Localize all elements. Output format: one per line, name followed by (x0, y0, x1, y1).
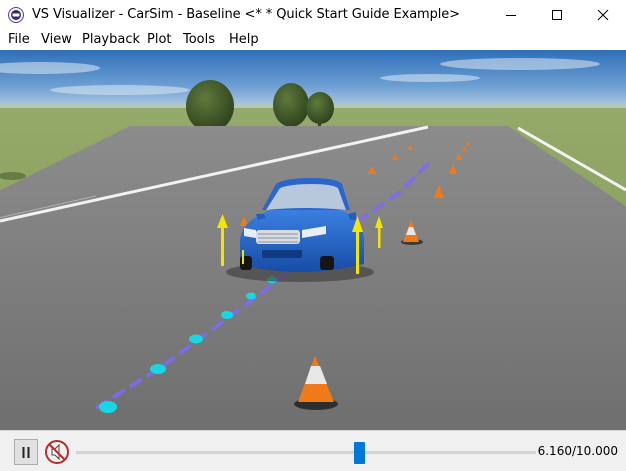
window-title: VS Visualizer - CarSim - Baseline <* * Q… (32, 7, 460, 22)
path-marker (246, 292, 256, 300)
mute-button[interactable] (44, 439, 70, 465)
maximize-button[interactable] (534, 0, 580, 30)
menu-view[interactable]: View (41, 32, 72, 47)
menu-plot[interactable]: Plot (147, 32, 172, 47)
mute-icon (45, 440, 69, 464)
playback-controls: 6.160/10.000 (0, 430, 626, 471)
pause-button[interactable] (14, 439, 38, 465)
minimize-icon (506, 15, 516, 16)
path-marker (150, 364, 166, 374)
menu-file[interactable]: File (8, 32, 30, 47)
vs-visualizer-icon (8, 7, 24, 23)
menu-tools[interactable]: Tools (183, 32, 215, 47)
menu-bar: File View Playback Plot Tools Help (0, 30, 626, 50)
pause-icon (22, 447, 30, 458)
close-icon (597, 9, 609, 21)
menu-playback[interactable]: Playback (82, 32, 140, 47)
timeline-slider-thumb[interactable] (353, 442, 365, 464)
minimize-button[interactable] (488, 0, 534, 30)
maximize-icon (552, 10, 562, 20)
timeline-slider-track[interactable] (76, 451, 536, 454)
path-marker (221, 311, 233, 319)
scene-canvas (0, 50, 626, 430)
path-marker (189, 334, 203, 344)
close-button[interactable] (580, 0, 626, 30)
time-readout: 6.160/10.000 (537, 444, 618, 458)
force-vector-arrow (242, 250, 244, 264)
title-bar: VS Visualizer - CarSim - Baseline <* * Q… (0, 0, 626, 30)
path-marker (99, 401, 117, 413)
menu-help[interactable]: Help (229, 32, 259, 47)
animation-viewport[interactable] (0, 50, 626, 430)
